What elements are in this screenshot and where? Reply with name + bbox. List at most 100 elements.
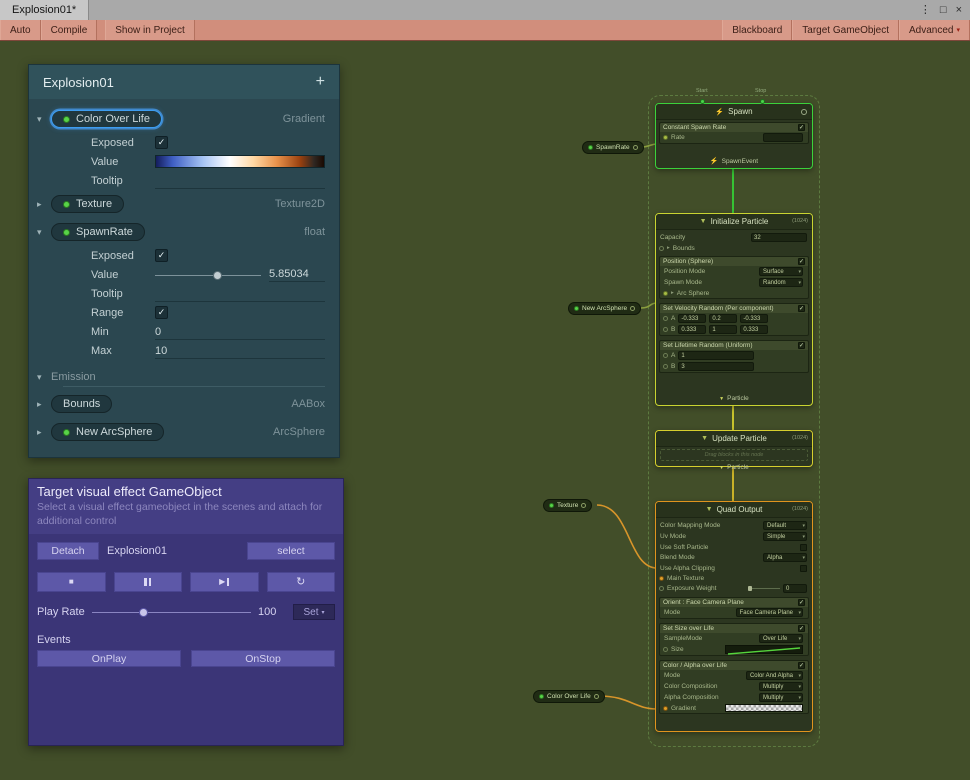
spawn-context-node[interactable]: ⚡ Spawn Constant Spawn Rate ✓ Rate ⚡ Spa xyxy=(655,103,813,169)
maximize-icon[interactable]: □ xyxy=(940,0,947,20)
parameter-node-new-arcsphere[interactable]: New ArcSphere xyxy=(568,302,641,315)
set-size-over-life-block[interactable]: Set Size over Life ✓ SampleMode Over Lif… xyxy=(659,623,809,656)
block-enabled-checkbox[interactable]: ✓ xyxy=(798,625,805,632)
chevron-right-icon[interactable]: ▸ xyxy=(37,427,51,438)
rate-input-port[interactable] xyxy=(663,135,668,140)
new-arcsphere-pill[interactable]: New ArcSphere xyxy=(51,423,164,441)
blackboard-toggle-button[interactable]: Blackboard xyxy=(722,20,792,40)
play-rate-slider[interactable] xyxy=(92,605,251,619)
min-field[interactable]: 0 xyxy=(155,324,325,340)
bounds-pill[interactable]: Bounds xyxy=(51,395,112,413)
alpha-composition-dropdown[interactable]: Multiply▾ xyxy=(759,693,803,702)
chevron-right-icon[interactable]: ▸ xyxy=(37,399,51,410)
output-node-header[interactable]: ▼ Quad Output (1024) xyxy=(656,502,812,518)
color-alpha-over-life-block[interactable]: Color / Alpha over Life ✓ Mode Color And… xyxy=(659,660,809,714)
max-field[interactable]: 10 xyxy=(155,343,325,359)
block-enabled-checkbox[interactable]: ✓ xyxy=(798,305,805,312)
add-property-button[interactable]: + xyxy=(316,74,325,90)
velocity-b-x-field[interactable]: 0.333 xyxy=(678,325,706,334)
property-row-bounds[interactable]: ▸ Bounds AABox xyxy=(29,390,339,418)
block-enabled-checkbox[interactable]: ✓ xyxy=(798,599,805,606)
onplay-button[interactable]: OnPlay xyxy=(37,650,181,667)
lifetime-a-field[interactable]: 1 xyxy=(678,351,754,360)
stop-button[interactable]: ■ xyxy=(37,572,106,592)
gradient-value-field[interactable] xyxy=(155,155,325,168)
empty-block-dropzone[interactable]: Drag blocks in this node xyxy=(660,449,808,461)
texture-pill[interactable]: Texture xyxy=(51,195,124,213)
use-alpha-clipping-checkbox[interactable] xyxy=(800,565,807,572)
compile-button[interactable]: Compile xyxy=(41,20,98,40)
block-enabled-checkbox[interactable]: ✓ xyxy=(798,124,805,131)
property-row-new-arcsphere[interactable]: ▸ New ArcSphere ArcSphere xyxy=(29,418,339,446)
tooltip-field[interactable] xyxy=(155,173,325,189)
exposed-checkbox[interactable]: ✓ xyxy=(155,249,168,262)
orient-block[interactable]: Orient : Face Camera Plane ✓ Mode Face C… xyxy=(659,597,809,619)
advanced-dropdown-button[interactable]: Advanced▾ xyxy=(899,20,970,40)
parameter-node-texture[interactable]: Texture xyxy=(543,499,592,512)
context-toggle-icon[interactable] xyxy=(801,109,807,115)
target-gameobject-toggle-button[interactable]: Target GameObject xyxy=(792,20,899,40)
exposure-weight-port[interactable] xyxy=(659,586,664,591)
spawnrate-value-field[interactable]: 5.85034 xyxy=(269,268,325,282)
spawnrate-pill[interactable]: SpawnRate xyxy=(51,223,145,241)
color-composition-dropdown[interactable]: Multiply▾ xyxy=(759,682,803,691)
detach-button[interactable]: Detach xyxy=(37,542,99,560)
gradient-input-port[interactable] xyxy=(663,706,668,711)
velocity-a-x-field[interactable]: -0.333 xyxy=(678,314,706,323)
orient-mode-dropdown[interactable]: Face Camera Plane▾ xyxy=(736,608,803,617)
quad-output-context-node[interactable]: ▼ Quad Output (1024) Color Mapping Mode … xyxy=(655,501,813,732)
tab-explosion01[interactable]: Explosion01* xyxy=(0,0,89,20)
size-curve-field[interactable] xyxy=(725,645,803,654)
chevron-right-icon[interactable]: ▸ xyxy=(37,199,51,210)
sample-mode-dropdown[interactable]: Over Life▾ xyxy=(759,634,803,643)
slider-handle[interactable] xyxy=(213,271,222,280)
exposure-weight-field[interactable]: 0 xyxy=(783,584,807,593)
velocity-b-z-field[interactable]: 0.333 xyxy=(740,325,768,334)
color-mode-dropdown[interactable]: Color And Alpha▾ xyxy=(746,671,803,680)
select-button[interactable]: select xyxy=(247,542,335,560)
gradient-field[interactable] xyxy=(725,704,803,712)
capacity-field[interactable]: 32 xyxy=(751,233,807,242)
show-in-project-button[interactable]: Show in Project xyxy=(105,20,194,40)
onstop-button[interactable]: OnStop xyxy=(191,650,335,667)
color-mapping-mode-dropdown[interactable]: Default▾ xyxy=(763,521,807,530)
block-enabled-checkbox[interactable]: ✓ xyxy=(798,342,805,349)
arcsphere-input-port[interactable] xyxy=(663,291,668,296)
set-lifetime-random-block[interactable]: Set Lifetime Random (Uniform) ✓ A 1 B 3 xyxy=(659,340,809,373)
update-output-pin[interactable]: ▼ Particle xyxy=(656,464,812,473)
initialize-output-pin[interactable]: ▼ Particle xyxy=(656,393,812,405)
property-row-color-over-life[interactable]: ▾ Color Over Life Gradient xyxy=(29,105,339,133)
close-icon[interactable]: × xyxy=(956,0,962,20)
tooltip-field[interactable] xyxy=(155,286,325,302)
exposed-checkbox[interactable]: ✓ xyxy=(155,136,168,149)
uv-mode-dropdown[interactable]: Simple▾ xyxy=(763,532,807,541)
parameter-node-color-over-life[interactable]: Color Over Life xyxy=(533,690,605,703)
velocity-a-port[interactable] xyxy=(663,316,668,321)
constant-spawn-rate-block[interactable]: Constant Spawn Rate ✓ Rate xyxy=(659,122,809,144)
lifetime-b-field[interactable]: 3 xyxy=(678,362,754,371)
set-velocity-random-block[interactable]: Set Velocity Random (Per component) ✓ A … xyxy=(659,303,809,336)
output-port[interactable] xyxy=(630,306,635,311)
bounds-port[interactable] xyxy=(659,246,664,251)
blackboard-header[interactable]: Explosion01 + xyxy=(29,65,339,99)
block-enabled-checkbox[interactable]: ✓ xyxy=(798,258,805,265)
graph-canvas[interactable]: Start Stop ⚡ Spawn Constant Spawn Rate ✓… xyxy=(0,41,970,780)
kebab-menu-icon[interactable]: ⋮ xyxy=(920,0,931,20)
chevron-down-icon[interactable]: ▾ xyxy=(37,114,51,125)
start-pin[interactable] xyxy=(700,99,705,104)
update-node-header[interactable]: ▼ Update Particle (1024) xyxy=(656,431,812,447)
size-port[interactable] xyxy=(663,647,668,652)
velocity-b-y-field[interactable]: 1 xyxy=(709,325,737,334)
spawn-node-header[interactable]: ⚡ Spawn xyxy=(656,104,812,120)
block-enabled-checkbox[interactable]: ✓ xyxy=(798,662,805,669)
output-port[interactable] xyxy=(633,145,638,150)
rate-field[interactable] xyxy=(763,133,803,142)
position-sphere-block[interactable]: Position (Sphere) ✓ Position Mode Surfac… xyxy=(659,256,809,299)
pause-button[interactable] xyxy=(114,572,183,592)
stop-pin[interactable] xyxy=(760,99,765,104)
spawnrate-slider[interactable] xyxy=(155,268,261,282)
exposure-weight-slider[interactable] xyxy=(748,585,780,592)
velocity-a-z-field[interactable]: -0.333 xyxy=(740,314,768,323)
parameter-node-spawnrate[interactable]: SpawnRate xyxy=(582,141,644,154)
lifetime-b-port[interactable] xyxy=(663,364,668,369)
